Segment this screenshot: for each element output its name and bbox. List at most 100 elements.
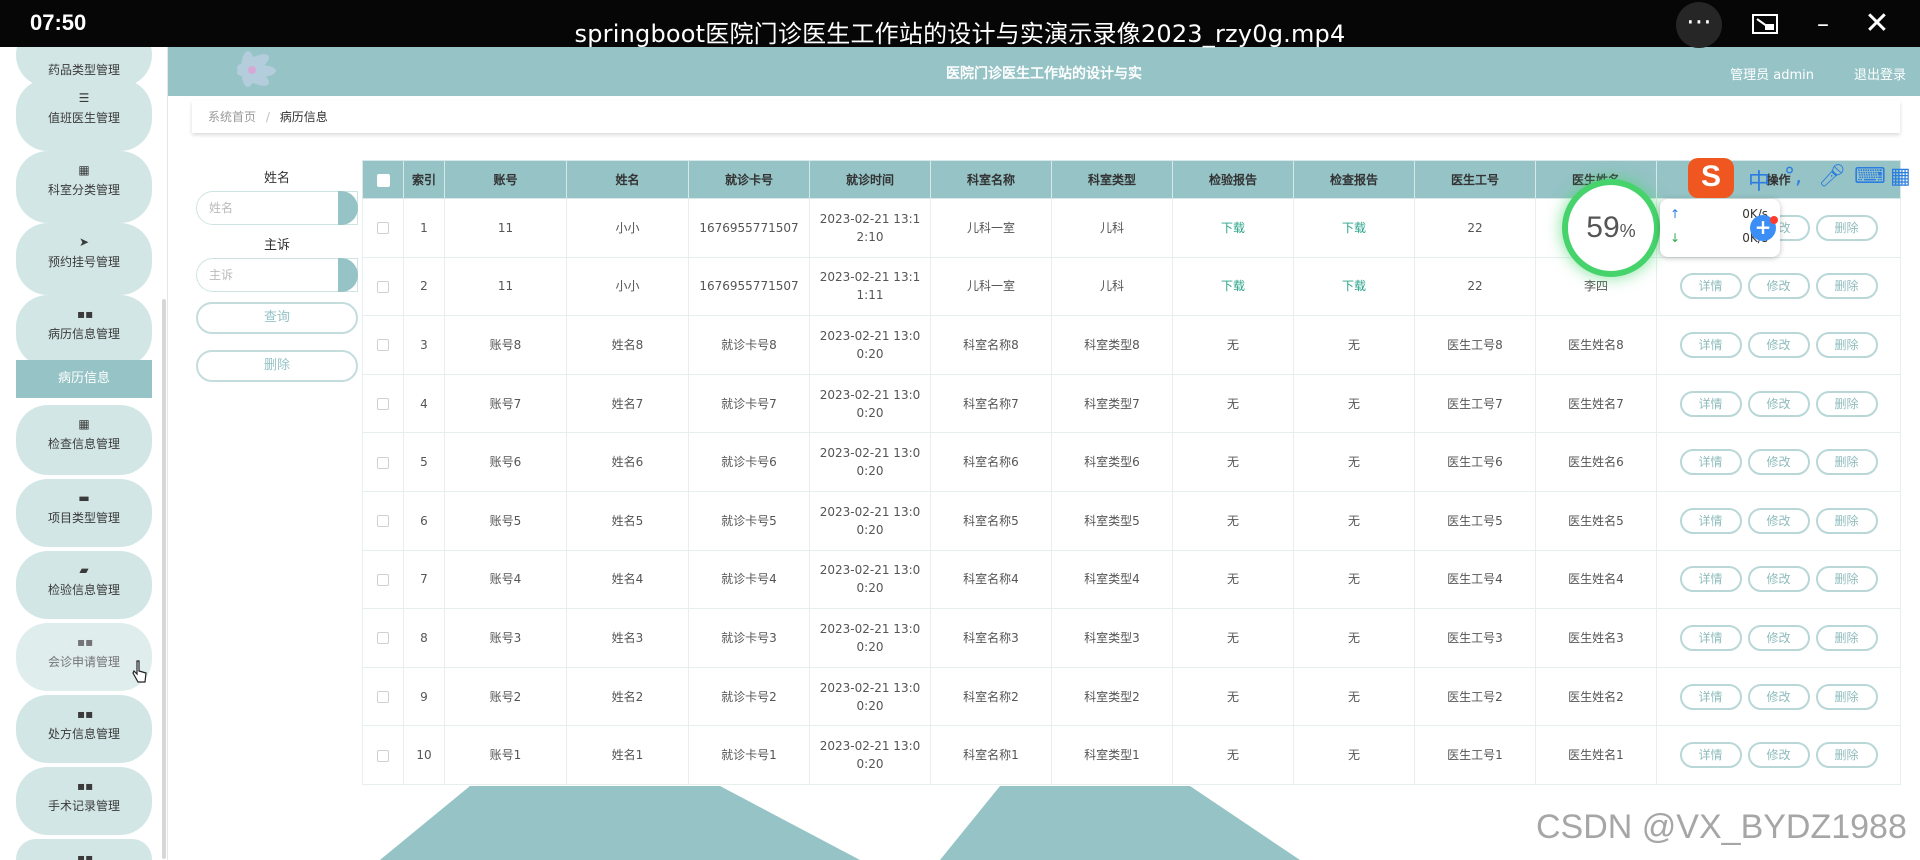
sidebar-scrollbar[interactable] [162,299,166,859]
table-row: 5 账号6 姓名6 就诊卡号6 2023-02-21 13:00:20 科室名称6 科室类型… [362,432,1901,492]
table-cell: 医生工号7 [1414,373,1536,434]
row-select-cell[interactable] [362,725,404,785]
sidebar-item-surgery[interactable]: ▪▪ 手术记录管理 [16,767,152,835]
row-select-cell[interactable] [362,608,404,668]
row-checkbox[interactable] [377,280,389,293]
table-cell: 2023-02-21 13:00:20 [809,666,931,727]
row-checkbox[interactable] [377,691,389,704]
delete-button[interactable]: 删除 [1815,624,1878,651]
delete-button[interactable]: 删除 [1815,449,1878,476]
row-select-cell[interactable] [362,666,404,727]
row-select-cell[interactable] [362,198,404,258]
table-cell: 科室名称4 [930,549,1052,610]
batch-delete-button[interactable]: 删除 [196,350,358,382]
pip-icon[interactable] [1744,6,1786,42]
sidebar-item-appointment[interactable]: ➤ 预约挂号管理 [16,223,152,295]
detail-button[interactable]: 详情 [1679,624,1742,651]
detail-button[interactable]: 详情 [1679,331,1742,358]
select-all-cell[interactable] [362,160,404,199]
row-select-cell[interactable] [362,490,404,551]
row-checkbox[interactable] [377,339,389,352]
ime-punct[interactable]: °, [1784,164,1802,189]
delete-button[interactable]: 删除 [1815,507,1878,534]
table-row: 8 账号3 姓名3 就诊卡号3 2023-02-21 13:00:20 科室名称3 科室类型… [362,608,1901,668]
complaint-input[interactable]: 主诉 [196,258,358,292]
query-button[interactable]: 查询 [196,302,358,334]
row-checkbox[interactable] [377,632,389,645]
name-input[interactable]: 姓名 [196,191,358,225]
edit-button[interactable]: 修改 [1747,390,1810,417]
delete-button[interactable]: 删除 [1815,683,1878,710]
edit-button[interactable]: 修改 [1747,683,1810,710]
edit-button[interactable]: 修改 [1747,273,1810,300]
ime-mode[interactable]: 中 [1748,164,1770,196]
delete-button[interactable]: 删除 [1815,331,1878,358]
sogou-logo-icon[interactable]: S [1688,158,1734,198]
logout-link[interactable]: 退出登录 [1854,64,1906,83]
keyboard-icon[interactable]: ⌨ [1854,164,1886,189]
edit-button[interactable]: 修改 [1747,507,1810,534]
download-link[interactable]: 下载 [1293,256,1415,317]
detail-button[interactable]: 详情 [1679,273,1742,300]
download-link[interactable]: 下载 [1293,198,1415,258]
row-select-cell[interactable] [362,256,404,317]
table-cell: 无 [1172,315,1294,375]
table-cell: 姓名7 [566,373,689,434]
edit-button[interactable]: 修改 [1747,449,1810,476]
table-cell: 就诊卡号5 [688,490,810,551]
breadcrumb-home[interactable]: 系统首页 [208,110,256,124]
edit-button[interactable]: 修改 [1747,566,1810,593]
row-select-cell[interactable] [362,373,404,434]
detail-button[interactable]: 详情 [1679,390,1742,417]
delete-button[interactable]: 删除 [1815,742,1878,769]
close-icon[interactable]: ✕ [1856,6,1898,42]
sidebar-item-exam-info[interactable]: ▦ 检查信息管理 [16,405,152,475]
sidebar-item-project-type[interactable]: ▬ 项目类型管理 [16,479,152,547]
row-checkbox[interactable] [377,515,389,528]
download-link[interactable]: 下载 [1172,256,1294,317]
detail-button[interactable]: 详情 [1679,449,1742,476]
row-select-cell[interactable] [362,432,404,492]
grid9-icon: ▦ [78,417,90,431]
detail-button[interactable]: 详情 [1679,566,1742,593]
sidebar-item-prescription[interactable]: ▪▪ 处方信息管理 [16,695,152,763]
select-all-checkbox[interactable] [376,173,390,187]
detail-button[interactable]: 详情 [1679,742,1742,769]
delete-button[interactable]: 删除 [1815,390,1878,417]
notification-dot [1770,216,1778,224]
microphone-icon[interactable]: 🎤︎ [1818,164,1846,189]
edit-button[interactable]: 修改 [1747,742,1810,769]
row-checkbox[interactable] [377,573,389,586]
table-cell: 科室类型4 [1051,549,1173,610]
table-cell: 医生工号5 [1414,490,1536,551]
sidebar-item-lab-info[interactable]: ▰ 检验信息管理 [16,551,152,619]
sidebar-item-duty-doctor[interactable]: ☰ 值班医生管理 [16,79,152,151]
edit-button[interactable]: 修改 [1747,624,1810,651]
edit-button[interactable]: 修改 [1747,331,1810,358]
table-cell: 无 [1293,608,1415,668]
row-checkbox[interactable] [377,398,389,411]
table-cell: 就诊卡号2 [688,666,810,727]
delete-button[interactable]: 删除 [1815,566,1878,593]
delete-button[interactable]: 删除 [1815,214,1878,241]
sidebar-subitem-medical-info[interactable]: 病历信息 [16,360,152,398]
row-checkbox[interactable] [377,222,389,235]
delete-button[interactable]: 删除 [1815,273,1878,300]
sidebar-item-more[interactable]: ▪▪ [16,839,152,860]
minimize-icon[interactable]: – [1802,6,1844,42]
sidebar-item-medical-record[interactable]: ▪▪ 病历信息管理 [16,295,152,367]
apps-icon[interactable]: ▦ [1890,164,1911,189]
row-select-cell[interactable] [362,315,404,375]
download-link[interactable]: 下载 [1172,198,1294,258]
sidebar-item-label: 病历信息管理 [47,327,120,341]
sidebar-item-dept-category[interactable]: ▦ 科室分类管理 [16,151,152,223]
table-cell: 科室名称1 [930,725,1052,785]
row-checkbox[interactable] [377,456,389,469]
more-icon[interactable]: ⋯ [1676,2,1722,48]
table-cell: 医生姓名2 [1535,666,1657,727]
row-select-cell[interactable] [362,549,404,610]
sliders-icon: ☰ [78,91,90,105]
row-checkbox[interactable] [377,749,389,762]
detail-button[interactable]: 详情 [1679,683,1742,710]
detail-button[interactable]: 详情 [1679,507,1742,534]
